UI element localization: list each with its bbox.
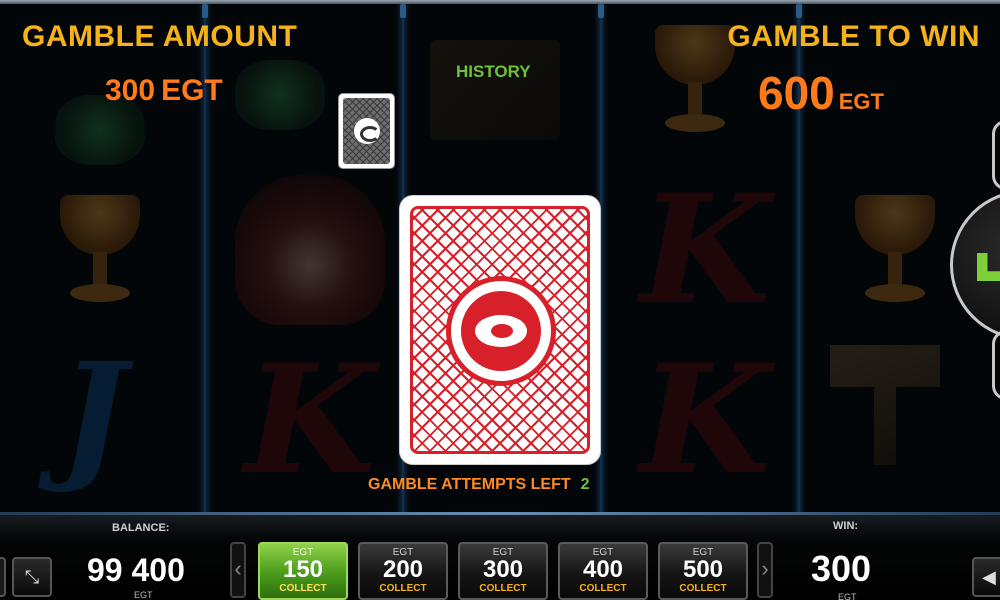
sound-button[interactable]: ◀ (972, 557, 1000, 597)
collect-button-500[interactable]: EGT 500 COLLECT (658, 542, 748, 600)
fullscreen-icon: ⤡ (24, 567, 40, 587)
edge-rail-top (992, 120, 1000, 190)
bet-scroll-left-button[interactable]: ‹ (230, 542, 246, 598)
balance-value: 99 400 (87, 552, 185, 588)
collect-label: COLLECT (379, 583, 427, 594)
card-logo-icon (354, 118, 380, 144)
gamble-attempts-count: 2 (580, 476, 590, 493)
balance-unit: EGT (134, 590, 153, 600)
win-label: WIN: (833, 520, 859, 532)
bg-goblet-symbol (45, 190, 155, 310)
game-stage: J K K K GAMBLE AMOUNT 300 EGT HISTORY GAM… (0, 0, 1000, 512)
gamble-to-win-label: GAMBLE TO WIN (727, 20, 980, 53)
collect-button-200[interactable]: EGT 200 COLLECT (358, 542, 448, 600)
history-label: HISTORY (456, 62, 531, 81)
bg-letter-j-symbol: J (60, 333, 127, 497)
bet-amount: 400 (582, 556, 624, 583)
bg-hammer-symbol (830, 345, 940, 465)
chevron-right-icon: › (761, 556, 769, 581)
collect-label: COLLECT (579, 583, 627, 594)
start-mark-icon (977, 253, 1000, 281)
collect-label: COLLECT (279, 583, 327, 594)
gamble-card[interactable] (399, 195, 601, 465)
speaker-icon: ◀ (982, 567, 996, 587)
balance-label: BALANCE: (112, 522, 170, 534)
start-button[interactable] (950, 190, 1000, 340)
collect-button-150[interactable]: EGT 150 COLLECT (258, 542, 348, 600)
bg-goblet-symbol (840, 190, 950, 310)
bottom-bar: ⤡ BALANCE: 99 400 EGT ‹ EGT 150 COLLECT … (0, 512, 1000, 600)
bet-amount: 150 (282, 556, 324, 583)
gamble-amount-unit: EGT (161, 74, 223, 107)
bg-letter-k-symbol: K (245, 332, 376, 508)
collect-label: COLLECT (679, 583, 727, 594)
top-frame-bar (0, 0, 1000, 4)
bet-amount: 200 (382, 556, 424, 583)
collect-button-400[interactable]: EGT 400 COLLECT (558, 542, 648, 600)
gamble-attempts-label: GAMBLE ATTEMPTS LEFT (368, 476, 571, 493)
gamble-amount-label: GAMBLE AMOUNT (22, 20, 298, 53)
bet-scroll-right-button[interactable]: › (757, 542, 773, 598)
bg-letter-k-symbol: K (640, 162, 771, 338)
gamble-amount-value: 300 EGT (105, 74, 223, 108)
collect-label: COLLECT (479, 583, 527, 594)
card-logo-icon (446, 276, 556, 386)
edge-rail-bottom (992, 330, 1000, 400)
gamble-to-win-value: 600 EGT (758, 66, 884, 120)
gamble-to-win-number: 600 (758, 67, 835, 119)
bet-amount: 300 (482, 556, 524, 583)
history-card (338, 93, 395, 169)
bg-book-symbol (430, 40, 560, 140)
bg-letter-k-symbol: K (640, 332, 771, 508)
gamble-to-win-unit: EGT (838, 89, 884, 114)
win-value: 300 (811, 548, 872, 589)
bg-potion-symbol (235, 60, 325, 130)
bg-vampire-lady-symbol (235, 175, 385, 325)
gamble-attempts: GAMBLE ATTEMPTS LEFT 2 (368, 476, 590, 494)
bet-amount: 500 (682, 556, 724, 583)
gamble-amount-number: 300 (105, 74, 156, 107)
left-edge-button[interactable] (0, 557, 6, 597)
win-unit: EGT (838, 592, 857, 600)
fullscreen-button[interactable]: ⤡ (12, 557, 52, 597)
chevron-left-icon: ‹ (234, 556, 242, 581)
collect-button-300[interactable]: EGT 300 COLLECT (458, 542, 548, 600)
